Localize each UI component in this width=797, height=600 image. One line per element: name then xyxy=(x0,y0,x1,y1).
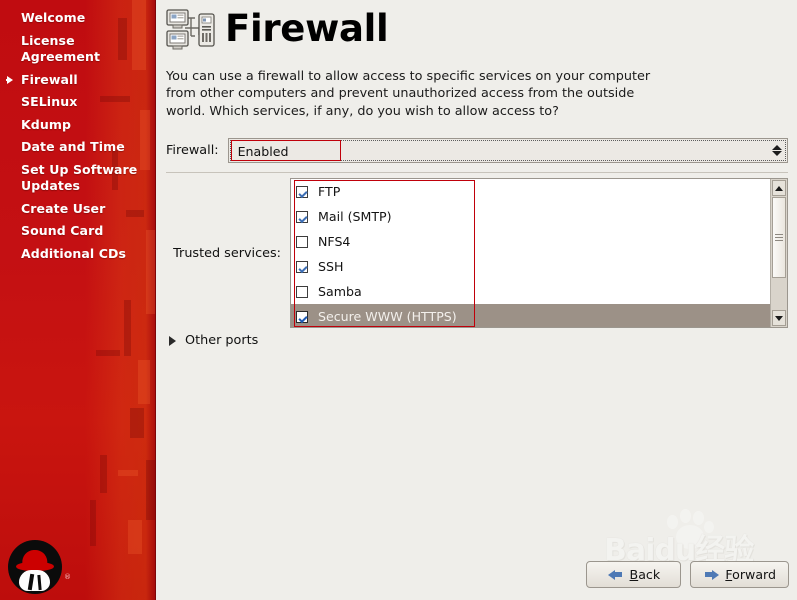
arrow-right-icon xyxy=(703,568,720,581)
sidebar-item-label: License Agreement xyxy=(21,32,101,65)
trusted-services-list-body: FTP Mail (SMTP) NFS4 SSH Samba Secure WW… xyxy=(291,179,770,327)
checkbox-checked-icon[interactable] xyxy=(296,210,308,223)
back-button[interactable]: Back xyxy=(586,561,682,588)
sidebar-item-date-and-time[interactable]: Date and Time xyxy=(0,136,155,159)
scrollbar-track[interactable] xyxy=(772,197,786,309)
list-item[interactable]: SSH xyxy=(291,254,770,279)
other-ports-label: Other ports xyxy=(185,333,259,348)
list-item-label: FTP xyxy=(318,184,341,199)
redhat-shadowman-logo-icon: ® xyxy=(8,540,71,596)
network-firewall-icon xyxy=(165,4,217,54)
checkbox-checked-icon[interactable] xyxy=(296,260,308,273)
checkbox-checked-icon[interactable] xyxy=(296,185,308,198)
back-button-label: Back xyxy=(629,567,661,582)
list-item-label: Samba xyxy=(318,284,362,299)
other-ports-expander[interactable]: Other ports xyxy=(169,333,258,348)
list-item-label: Secure WWW (HTTPS) xyxy=(318,309,457,324)
sidebar-nav: Welcome License Agreement Firewall SELin… xyxy=(0,0,155,265)
sidebar-item-label: SELinux xyxy=(21,94,78,109)
arrow-up-icon xyxy=(775,185,783,191)
sidebar-item-label: Date and Time xyxy=(21,139,125,154)
sidebar-item-label: Sound Card xyxy=(21,223,104,238)
sidebar-item-kdump[interactable]: Kdump xyxy=(0,114,155,137)
trusted-services-label: Trusted services: xyxy=(173,245,281,261)
navigation-buttons: Back Forward xyxy=(586,561,789,588)
forward-button[interactable]: Forward xyxy=(690,561,789,588)
page-header: Firewall xyxy=(165,4,389,54)
sidebar-item-create-user[interactable]: Create User xyxy=(0,198,155,221)
list-item-label: NFS4 xyxy=(318,234,351,249)
sidebar: Welcome License Agreement Firewall SELin… xyxy=(0,0,156,600)
installer-window: Welcome License Agreement Firewall SELin… xyxy=(0,0,797,600)
list-item[interactable]: Mail (SMTP) xyxy=(291,204,770,229)
sidebar-item-label: Additional CDs xyxy=(21,245,127,261)
list-item-selected[interactable]: Secure WWW (HTTPS) xyxy=(291,304,770,327)
firewall-label: Firewall: xyxy=(166,143,219,158)
sidebar-item-firewall[interactable]: Firewall xyxy=(0,69,155,92)
sidebar-item-additional-cds[interactable]: Additional CDs xyxy=(0,243,155,266)
chevron-right-icon xyxy=(169,335,176,346)
page-title: Firewall xyxy=(225,7,389,50)
sidebar-item-label: Welcome xyxy=(21,10,86,25)
list-item[interactable]: NFS4 xyxy=(291,229,770,254)
firewall-select[interactable]: Enabled xyxy=(227,138,788,163)
checkbox-unchecked-icon[interactable] xyxy=(296,235,308,248)
list-item[interactable]: Samba xyxy=(291,279,770,304)
checkbox-checked-icon[interactable] xyxy=(296,310,308,323)
sidebar-item-set-up-software-updates[interactable]: Set Up Software Updates xyxy=(0,159,155,198)
section-divider xyxy=(166,172,788,173)
chevron-updown-icon[interactable] xyxy=(769,142,784,159)
list-item-label: Mail (SMTP) xyxy=(318,209,392,224)
sidebar-item-label: Set Up Software Updates xyxy=(21,161,138,194)
page-description: You can use a firewall to allow access t… xyxy=(166,69,651,119)
sidebar-item-license-agreement[interactable]: License Agreement xyxy=(0,30,155,69)
sidebar-item-selinux[interactable]: SELinux xyxy=(0,91,155,114)
vertical-scrollbar[interactable] xyxy=(770,179,787,327)
sidebar-item-label: Kdump xyxy=(21,116,72,132)
paw-print-icon xyxy=(660,509,718,561)
arrow-left-icon xyxy=(607,568,624,581)
scroll-down-button[interactable] xyxy=(772,310,786,326)
arrow-down-icon xyxy=(775,315,783,321)
sidebar-item-welcome[interactable]: Welcome xyxy=(0,7,155,30)
active-marker-icon xyxy=(6,75,13,84)
checkbox-unchecked-icon[interactable] xyxy=(296,285,308,298)
main-panel: Firewall You can use a firewall to allow… xyxy=(156,0,797,600)
trusted-services-row: Trusted services: FTP Mail (SMTP) NFS4 S… xyxy=(166,178,788,328)
list-item-label: SSH xyxy=(318,259,344,274)
trusted-services-list: FTP Mail (SMTP) NFS4 SSH Samba Secure WW… xyxy=(290,178,788,328)
list-item[interactable]: FTP xyxy=(291,179,770,204)
grip-icon xyxy=(775,232,783,243)
sidebar-item-sound-card[interactable]: Sound Card xyxy=(0,220,155,243)
forward-button-label: Forward xyxy=(725,567,776,582)
scrollbar-thumb[interactable] xyxy=(772,197,786,278)
firewall-selected-value: Enabled xyxy=(230,140,341,161)
firewall-setting-row: Firewall: Enabled xyxy=(166,138,788,163)
scroll-up-button[interactable] xyxy=(772,180,786,196)
sidebar-item-label: Create User xyxy=(21,200,106,216)
sidebar-item-label: Firewall xyxy=(21,71,78,87)
